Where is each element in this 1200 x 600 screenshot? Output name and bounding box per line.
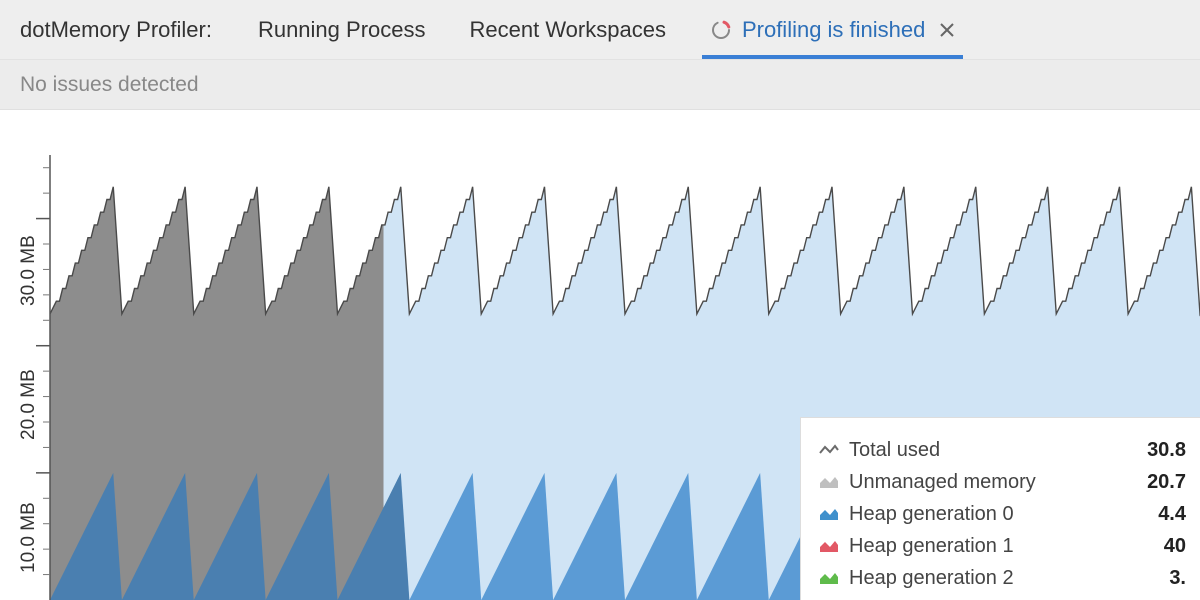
area-series-icon bbox=[817, 507, 841, 521]
legend-item-total[interactable]: Total used 30.8 bbox=[817, 434, 1186, 466]
y-tick-label: 20.0 MB bbox=[18, 369, 40, 440]
legend-value: 30.8 bbox=[1139, 439, 1186, 462]
tab-label: Profiling is finished bbox=[742, 17, 925, 43]
progress-spinner-icon bbox=[710, 19, 732, 41]
legend-item-heap2[interactable]: Heap generation 2 3. bbox=[817, 562, 1186, 594]
legend-value: 3. bbox=[1161, 567, 1186, 590]
legend-label: Heap generation 1 bbox=[849, 535, 1156, 558]
y-tick-label: 10.0 MB bbox=[18, 502, 40, 573]
legend-label: Heap generation 0 bbox=[849, 503, 1150, 526]
status-text: No issues detected bbox=[20, 73, 199, 97]
legend-panel: Total used 30.8 Unmanaged memory 20.7 He… bbox=[800, 417, 1200, 600]
legend-label: Unmanaged memory bbox=[849, 471, 1139, 494]
close-icon[interactable] bbox=[939, 22, 955, 38]
tab-label: Running Process bbox=[258, 17, 426, 43]
tab-profiling-finished[interactable]: Profiling is finished bbox=[702, 0, 963, 59]
tab-label: Recent Workspaces bbox=[470, 17, 666, 43]
line-series-icon bbox=[817, 443, 841, 457]
legend-item-heap0[interactable]: Heap generation 0 4.4 bbox=[817, 498, 1186, 530]
area-series-icon bbox=[817, 539, 841, 553]
legend-value: 4.4 bbox=[1150, 503, 1186, 526]
area-series-icon bbox=[817, 571, 841, 585]
status-bar: No issues detected bbox=[0, 60, 1200, 110]
y-tick-label: 30.0 MB bbox=[18, 235, 40, 306]
legend-label: Heap generation 2 bbox=[849, 567, 1161, 590]
tab-recent-workspaces[interactable]: Recent Workspaces bbox=[462, 0, 674, 59]
legend-value: 40 bbox=[1156, 535, 1186, 558]
tab-bar: dotMemory Profiler: Running Process Rece… bbox=[0, 0, 1200, 60]
legend-value: 20.7 bbox=[1139, 471, 1186, 494]
app-title: dotMemory Profiler: bbox=[10, 17, 222, 43]
tab-running-process[interactable]: Running Process bbox=[250, 0, 434, 59]
legend-item-heap1[interactable]: Heap generation 1 40 bbox=[817, 530, 1186, 562]
area-series-icon bbox=[817, 475, 841, 489]
legend-label: Total used bbox=[849, 439, 1139, 462]
legend-item-unmanaged[interactable]: Unmanaged memory 20.7 bbox=[817, 466, 1186, 498]
memory-timeline-chart[interactable]: 30.0 MB 20.0 MB 10.0 MB Total used 30.8 … bbox=[0, 110, 1200, 600]
